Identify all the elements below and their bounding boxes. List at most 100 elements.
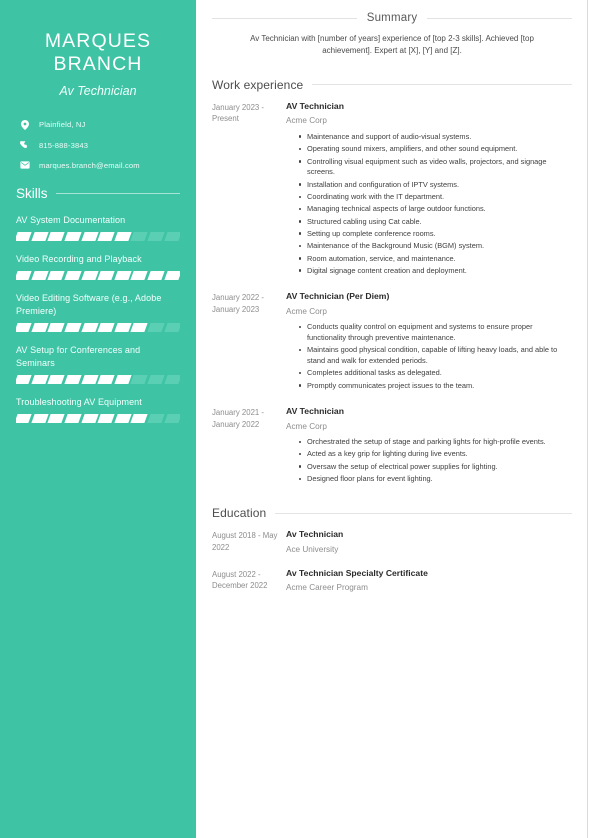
skill-rating-bar: [16, 322, 180, 332]
bullet-item: Orchestrated the setup of stage and park…: [299, 437, 572, 448]
skill-segment: [163, 375, 180, 385]
skill-label: Video Recording and Playback: [16, 253, 142, 264]
phone-icon: [19, 140, 30, 150]
bullet-item: Digital signage content creation and dep…: [299, 266, 572, 277]
bullet-item: Controlling visual equipment such as vid…: [299, 157, 572, 178]
work-entry-role: AV Technician: [286, 406, 344, 417]
skill-segment: [147, 375, 166, 385]
summary-rule-right: [427, 17, 573, 19]
bullet-item: Promptly communicates project issues to …: [299, 381, 572, 392]
bullet-item: Structured cabling using Cat cable.: [299, 217, 572, 228]
skill-rating-bar: [16, 414, 180, 424]
skill-segment: [64, 231, 82, 241]
work-entry-bullets: Maintenance and support of audio-visual …: [286, 132, 572, 277]
bullet-item: Acted as a key grip for lighting during …: [299, 449, 572, 460]
education-heading-row: Education: [212, 506, 572, 520]
skill-segment: [147, 414, 166, 424]
candidate-job-title: Av Technician: [59, 83, 137, 98]
education-entry: August 2018 - May 2022 Av Technician Ace U…: [212, 529, 572, 555]
work-entry-role: AV Technician (Per Diem): [286, 291, 390, 302]
work-experience-heading: Work experience: [212, 77, 304, 92]
summary-text: Av Technician with [number of years] exp…: [250, 34, 534, 56]
skill-item: Video Recording and Playback: [16, 253, 180, 280]
work-entry-body: AV Technician Acme Corp Maintenance and su…: [286, 101, 572, 278]
skills-heading: Skills: [16, 185, 48, 201]
bullet-item: Designed floor plans for event lighting.: [299, 474, 572, 485]
work-entry-org: Acme Corp: [286, 421, 327, 431]
bullet-item: Setting up complete conference rooms.: [299, 229, 572, 240]
skill-segment: [163, 414, 180, 424]
location-pin-icon: [19, 119, 30, 130]
skill-segment: [16, 375, 33, 385]
envelope-icon: [19, 161, 30, 169]
contact-phone: 815-888-3843: [19, 141, 180, 150]
bullet-item: Room automation, service, and maintenanc…: [299, 254, 572, 265]
skill-segment: [147, 270, 166, 280]
skill-segment: [114, 270, 132, 280]
education-entry-degree: Av Technician: [286, 529, 344, 540]
bullet-item: Operating sound mixers, amplifiers, and …: [299, 144, 572, 155]
bullet-item: Maintains good physical condition, capab…: [299, 345, 572, 366]
work-entry-org: Acme Corp: [286, 306, 327, 316]
education-entry-dates: August 2022 - December 2022: [212, 569, 268, 591]
skill-segment: [147, 231, 166, 241]
skill-segment: [47, 375, 66, 385]
skill-segment: [130, 414, 149, 424]
work-entry-role: AV Technician: [286, 100, 344, 111]
skill-segment: [16, 414, 33, 424]
skill-label: AV System Documentation: [16, 214, 126, 225]
candidate-name: MARQUES BRANCH: [44, 30, 152, 76]
bullet-item: Completes additional tasks as delegated.: [299, 368, 572, 379]
contact-phone-text: 815-888-3843: [39, 140, 89, 150]
skill-segment: [64, 270, 82, 280]
skill-segment: [130, 322, 149, 332]
contact-location: Plainfield, NJ: [19, 119, 180, 130]
work-experience-list: January 2023 - Present AV Technician Acme …: [212, 101, 572, 487]
skill-segment: [30, 270, 49, 280]
bullet-item: Maintenance and support of audio-visual …: [299, 132, 572, 143]
skill-segment: [163, 322, 180, 332]
work-entry-body: AV Technician Acme Corp Orchestrated the s…: [286, 406, 572, 486]
resume-page: MARQUES BRANCH Av Technician Plainfield,…: [0, 0, 594, 838]
skill-rating-bar: [16, 231, 180, 241]
skill-segment: [163, 270, 180, 280]
work-entry: January 2022 - January 2023 AV Technician…: [212, 291, 572, 393]
skill-segment: [114, 231, 132, 241]
education-entry-degree: Av Technician Specialty Certificate: [286, 567, 428, 578]
sidebar: MARQUES BRANCH Av Technician Plainfield,…: [0, 0, 196, 838]
skill-segment: [97, 375, 116, 385]
skill-segment: [97, 414, 116, 424]
summary-heading: Summary: [366, 12, 418, 24]
work-experience-rule: [312, 84, 572, 86]
education-entry-body: Av Technician Specialty Certificate Acme …: [286, 568, 572, 594]
skill-segment: [30, 322, 49, 332]
skill-segment: [64, 322, 82, 332]
summary-heading-row: Summary: [212, 12, 573, 24]
skill-segment: [97, 231, 116, 241]
contact-email: marques.branch@email.com: [19, 161, 180, 170]
skill-label: Troubleshooting AV Equipment: [16, 397, 142, 408]
skill-segment: [47, 414, 66, 424]
skill-segment: [47, 270, 66, 280]
skill-segment: [80, 231, 99, 241]
skill-segment: [30, 414, 49, 424]
education-entry-institution: Ace University: [286, 545, 339, 555]
right-edge-line: [587, 0, 588, 838]
skill-segment: [80, 414, 99, 424]
bullet-item: Managing technical aspects of large outd…: [299, 204, 572, 215]
skill-rating-bar: [16, 375, 180, 385]
skill-segment: [47, 231, 66, 241]
skill-segment: [130, 270, 149, 280]
skill-item: Troubleshooting AV Equipment: [16, 396, 180, 424]
work-entry-bullets: Orchestrated the setup of stage and park…: [286, 437, 572, 485]
education-list: August 2018 - May 2022 Av Technician Ace U…: [212, 529, 572, 593]
education-heading: Education: [212, 506, 267, 521]
contact-email-text: marques.branch@email.com: [39, 160, 140, 170]
skill-label: Video Editing Software (e.g., Adobe Prem…: [16, 292, 162, 316]
contact-list: Plainfield, NJ 815-888-3843 marques.bran…: [16, 119, 180, 170]
skill-segment: [147, 322, 166, 332]
summary-rule-left: [212, 17, 357, 19]
education-entry-institution: Acme Career Program: [286, 583, 368, 593]
skill-segment: [64, 414, 82, 424]
work-entry: January 2023 - Present AV Technician Acme …: [212, 101, 572, 278]
